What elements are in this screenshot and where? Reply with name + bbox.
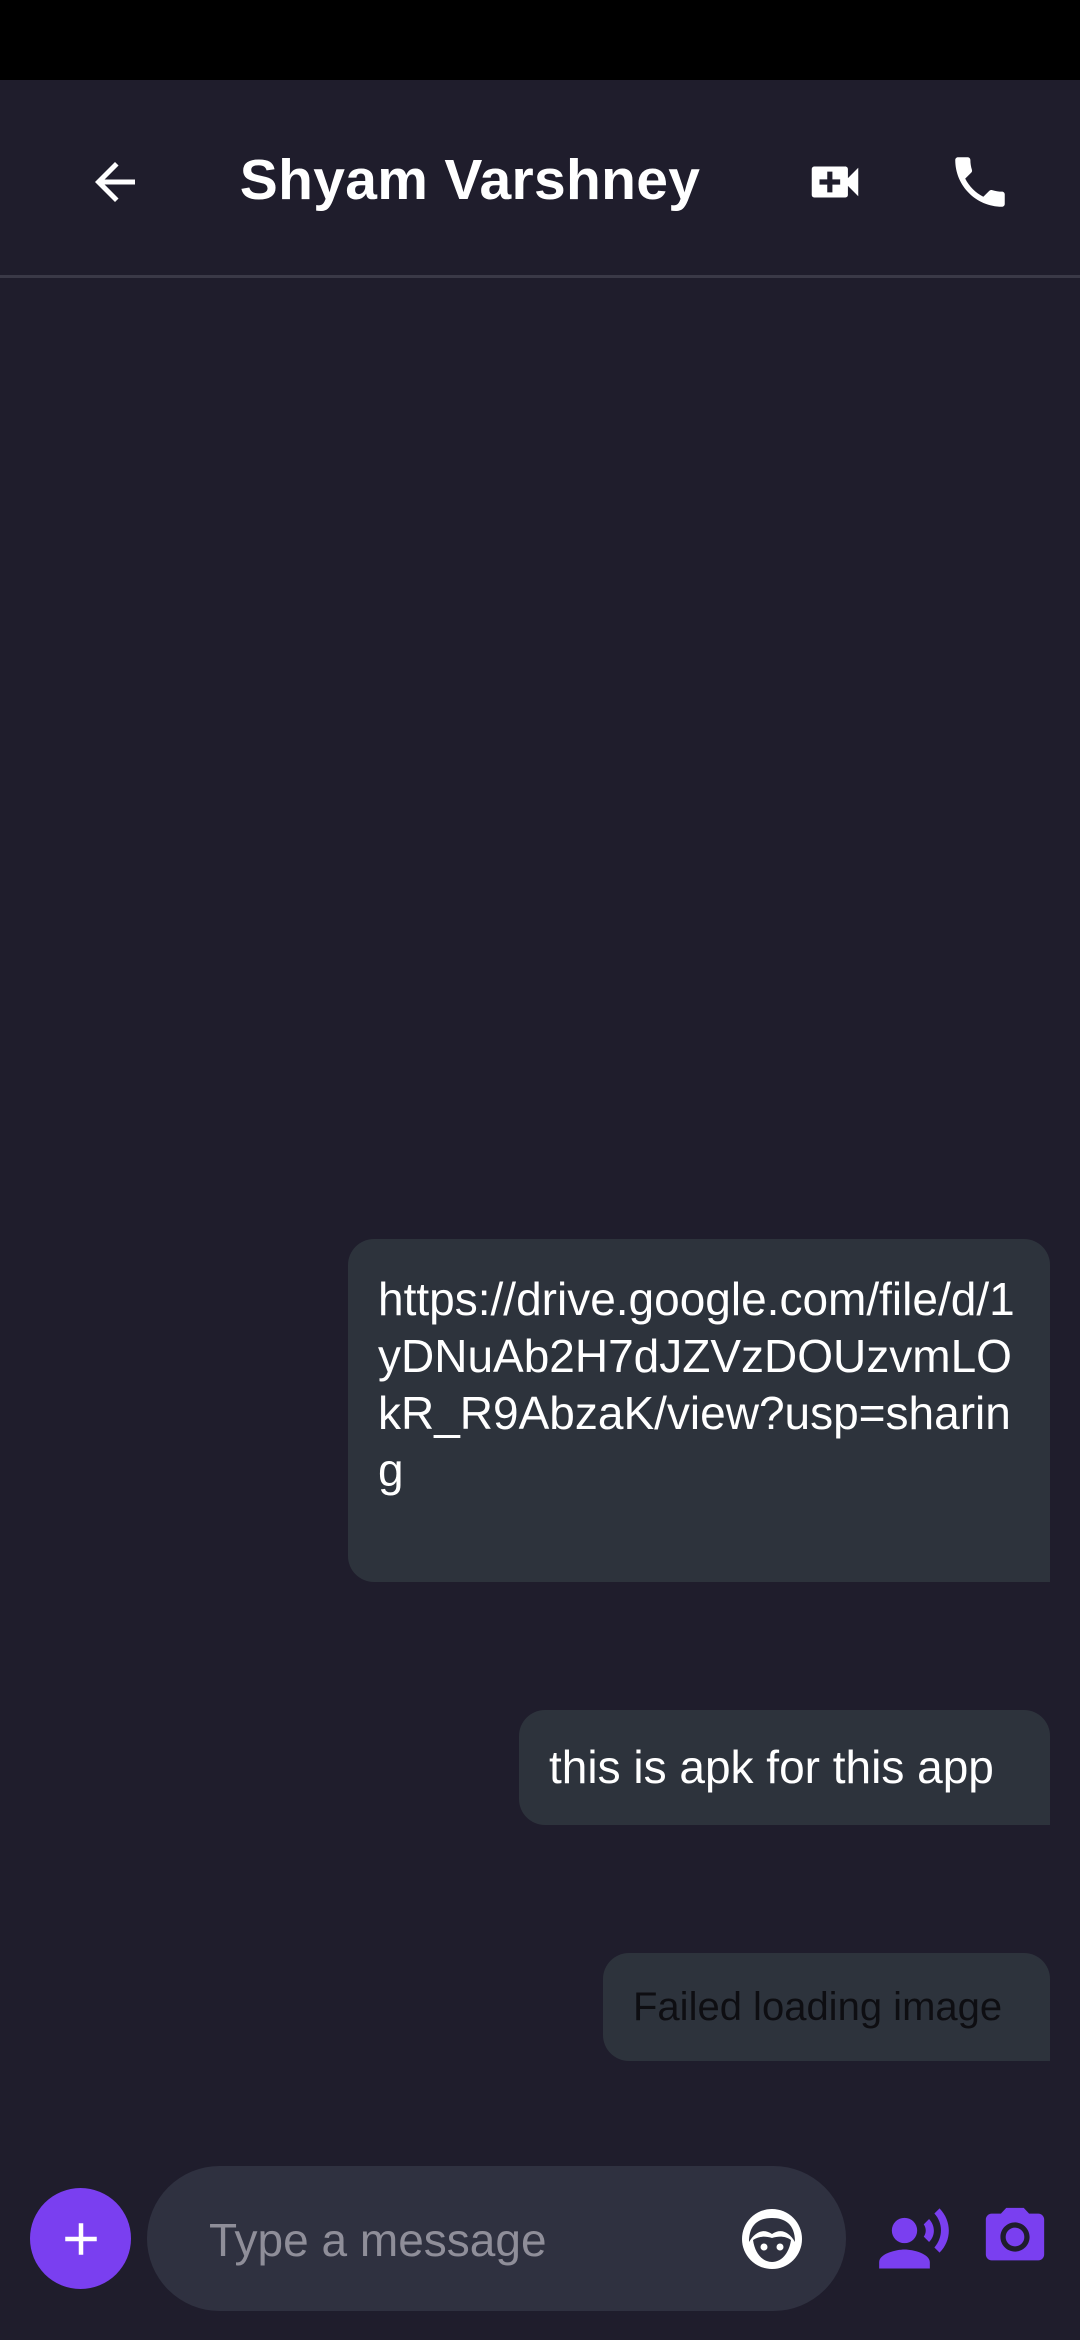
camera-button[interactable] bbox=[980, 2202, 1050, 2278]
plus-icon bbox=[64, 2222, 97, 2255]
video-call-button[interactable] bbox=[790, 137, 880, 227]
attach-button[interactable] bbox=[30, 2188, 131, 2289]
camera-icon bbox=[985, 2207, 1045, 2261]
chat-header: Shyam Varshney bbox=[0, 80, 1080, 278]
voice-message-button[interactable] bbox=[876, 2202, 952, 2278]
phone-call-icon bbox=[955, 157, 1005, 207]
voice-speaker-icon bbox=[879, 2208, 949, 2269]
voice-call-button[interactable] bbox=[935, 137, 1025, 227]
message-input[interactable] bbox=[207, 2201, 731, 2278]
status-bar bbox=[0, 0, 1080, 80]
message-text: this is apk for this app bbox=[549, 1741, 994, 1793]
message-bubble-link[interactable]: https://drive.google.com/file/d/1yDNuAb2… bbox=[348, 1239, 1050, 1582]
video-call-icon bbox=[811, 166, 859, 198]
message-text[interactable]: https://drive.google.com/file/d/1yDNuAb2… bbox=[378, 1273, 1015, 1496]
image-message-error[interactable]: Failed loading image bbox=[603, 1953, 1050, 2061]
message-input-container bbox=[147, 2166, 846, 2311]
emoji-button[interactable] bbox=[737, 2204, 807, 2274]
emoji-face-icon bbox=[742, 2209, 802, 2269]
message-bubble[interactable]: this is apk for this app bbox=[519, 1710, 1050, 1825]
message-composer bbox=[0, 2160, 1080, 2340]
image-error-text: Failed loading image bbox=[633, 1985, 1003, 2029]
